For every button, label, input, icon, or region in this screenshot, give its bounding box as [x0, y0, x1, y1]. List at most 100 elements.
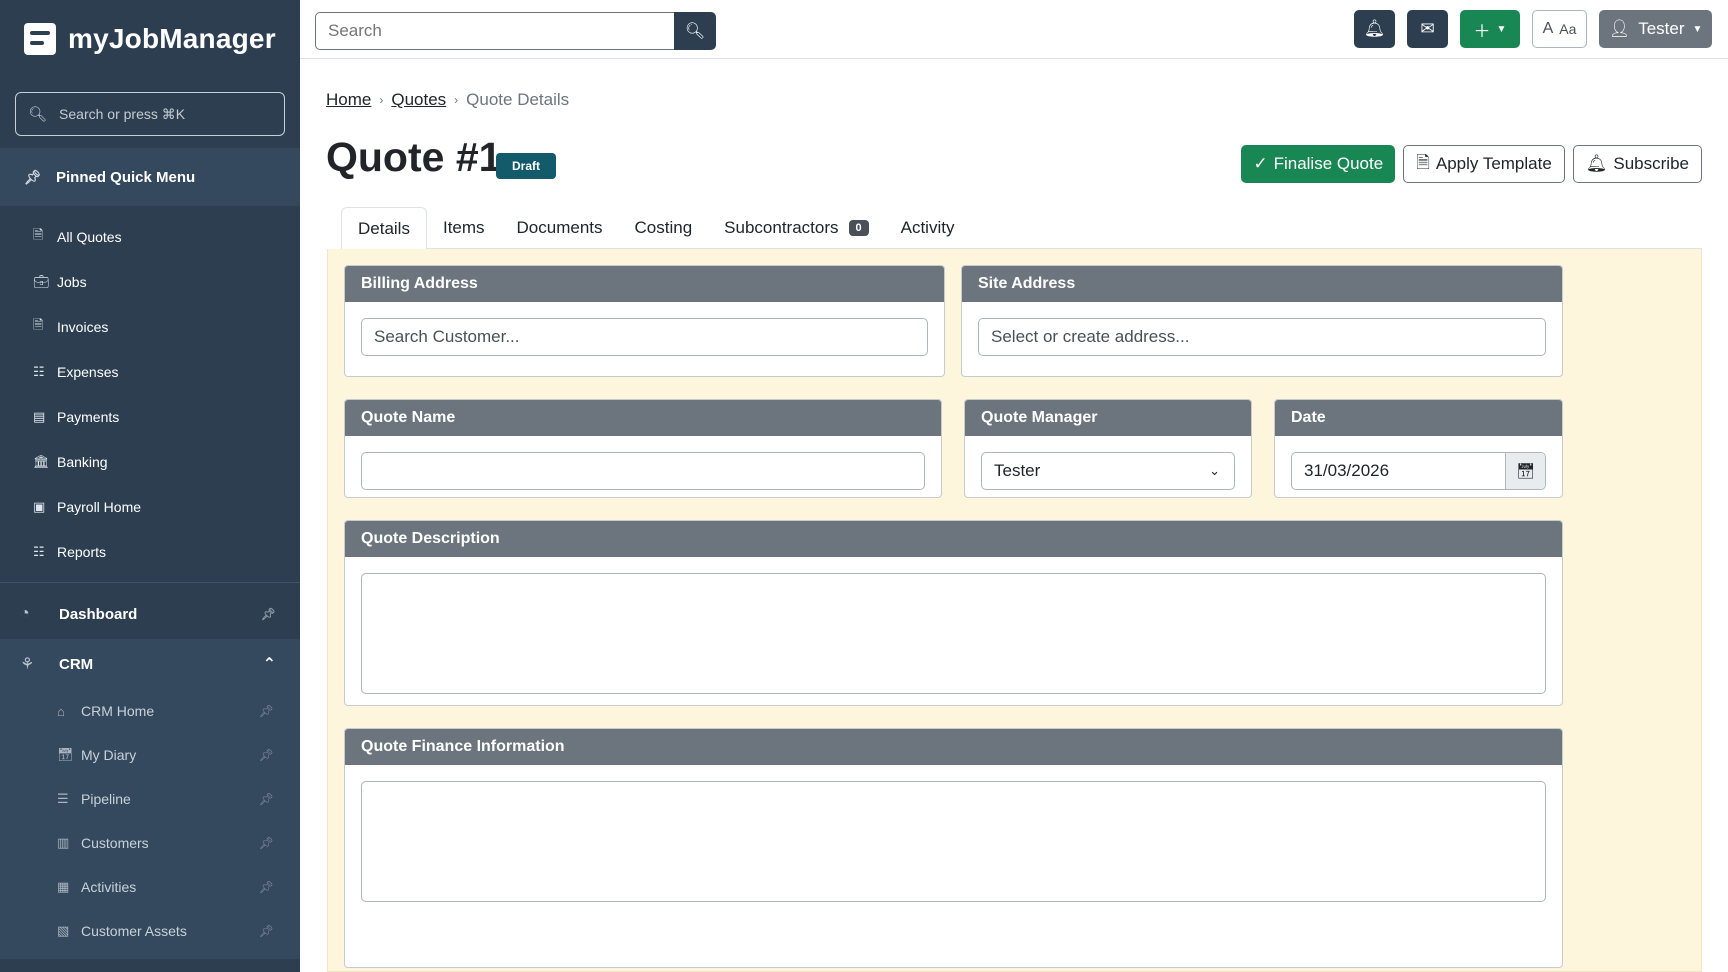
- tab-label: Documents: [516, 218, 603, 237]
- dashboard-icon: ◔: [20, 605, 30, 622]
- breadcrumb-home-link[interactable]: Home: [326, 90, 371, 110]
- quote-name-card: Quote Name: [344, 399, 942, 498]
- caret-down-icon: ▼: [1692, 23, 1703, 35]
- billing-customer-search[interactable]: Search Customer...: [361, 318, 928, 356]
- sidebar-item-label: All Quotes: [57, 228, 122, 245]
- quote-manager-value: Tester: [994, 461, 1041, 480]
- messages-button[interactable]: ✉︎: [1407, 10, 1448, 48]
- sidebar-item-jobs[interactable]: 💼︎ Jobs: [0, 259, 300, 304]
- tab-subcontractors[interactable]: Subcontractors 0: [708, 207, 884, 249]
- brand[interactable]: myJobManager: [0, 0, 300, 78]
- sidebar-item-crm-home[interactable]: ⌂ CRM Home 📌︎: [0, 689, 300, 733]
- sidebar-item-payroll-home[interactable]: ▣ Payroll Home: [0, 484, 300, 529]
- breadcrumb-quotes-link[interactable]: Quotes: [391, 90, 446, 110]
- bank-icon: 🏛︎: [33, 453, 50, 469]
- sidebar-item-expenses[interactable]: ☷ Expenses: [0, 349, 300, 394]
- pinned-quick-menu-label: Pinned Quick Menu: [56, 168, 196, 186]
- pin-icon[interactable]: 📌︎: [259, 748, 274, 762]
- top-search-input[interactable]: [315, 12, 674, 50]
- sidebar-item-label: Pipeline: [81, 791, 131, 807]
- receipt-icon: ☷: [33, 363, 45, 379]
- pin-icon[interactable]: 📌︎: [259, 924, 274, 938]
- sidebar-section-dashboard[interactable]: ◔ Dashboard 📌︎: [0, 589, 300, 639]
- finalise-quote-button[interactable]: ✓ Finalise Quote: [1241, 145, 1396, 183]
- top-search-button[interactable]: 🔍︎: [674, 12, 716, 50]
- user-icon: 👤︎: [1608, 19, 1631, 38]
- lines-icon: ☰: [57, 791, 69, 806]
- card-title: Date: [1275, 400, 1562, 436]
- sidebar-item-all-quotes[interactable]: 🗎 All Quotes: [0, 214, 300, 259]
- pinned-quick-menu-header[interactable]: 📌︎ Pinned Quick Menu: [0, 148, 300, 206]
- subscribe-button[interactable]: 🔔︎ Subscribe: [1572, 145, 1702, 183]
- tab-label: Subcontractors: [724, 218, 839, 237]
- tab-details[interactable]: Details: [341, 207, 427, 250]
- sidebar-search-input[interactable]: 🔍︎ Search or press ⌘K: [15, 92, 285, 136]
- quote-description-textarea[interactable]: [361, 573, 1546, 694]
- sidebar-item-activities[interactable]: ▦ Activities 📌︎: [0, 865, 300, 909]
- site-address-card: Site Address Select or create address...: [961, 265, 1563, 377]
- add-new-button[interactable]: ＋ ▼: [1460, 10, 1520, 48]
- pin-icon[interactable]: 📌︎: [259, 704, 274, 718]
- sidebar: myJobManager 🔍︎ Search or press ⌘K 📌︎ Pi…: [0, 0, 300, 972]
- card-title: Quote Manager: [965, 400, 1251, 436]
- page-title: Quote #1: [326, 134, 502, 180]
- billing-address-card: Billing Address Search Customer...: [344, 265, 945, 377]
- site-address-select[interactable]: Select or create address...: [978, 318, 1546, 356]
- font-icon: A: [1542, 20, 1554, 37]
- date-input[interactable]: 31/03/2026 📅︎: [1291, 452, 1546, 490]
- finalise-quote-label: Finalise Quote: [1273, 154, 1384, 173]
- file-icon: 🗎: [33, 226, 44, 242]
- calendar-icon[interactable]: 📅︎: [1505, 453, 1545, 489]
- pin-icon[interactable]: 📌︎: [261, 607, 276, 621]
- chart-icon: ☷: [33, 543, 45, 559]
- sidebar-item-customers[interactable]: ▥ Customers 📌︎: [0, 821, 300, 865]
- tab-costing[interactable]: Costing: [619, 207, 709, 249]
- page-actions: ✓ Finalise Quote 🗎 Apply Template 🔔︎ Subscr…: [1241, 145, 1702, 183]
- crm-sub-list: ⌂ CRM Home 📌︎ 📅︎ My Diary 📌︎ ☰ Pipeline 📌︎ ▥ Cu…: [0, 689, 300, 959]
- pin-icon[interactable]: 📌︎: [259, 836, 274, 850]
- sidebar-item-label: Payments: [57, 408, 120, 425]
- sidebar-item-banking[interactable]: 🏛︎ Banking: [0, 439, 300, 484]
- sidebar-item-label: Invoices: [57, 318, 109, 335]
- billing-placeholder: Search Customer...: [374, 327, 520, 346]
- count-badge: 0: [848, 220, 869, 236]
- chevron-right-icon: ›: [454, 93, 459, 107]
- sidebar-item-label: Customer Assets: [81, 923, 187, 939]
- sidebar-item-reports[interactable]: ☷ Reports: [0, 529, 300, 574]
- quote-name-input[interactable]: [361, 452, 925, 490]
- chevron-down-icon: ⌄: [1209, 463, 1220, 478]
- quote-finance-textarea[interactable]: [361, 781, 1546, 902]
- apply-template-button[interactable]: 🗎 Apply Template: [1403, 145, 1565, 183]
- card-title: Billing Address: [345, 266, 944, 302]
- building-icon: ▥: [57, 835, 70, 850]
- sidebar-item-invoices[interactable]: 🗎 Invoices: [0, 304, 300, 349]
- pin-icon[interactable]: 📌︎: [259, 880, 274, 894]
- sidebar-item-label: CRM Home: [81, 703, 155, 719]
- font-size-button[interactable]: A Aa: [1532, 10, 1587, 48]
- quote-manager-select[interactable]: Tester ⌄: [981, 452, 1235, 490]
- tab-documents[interactable]: Documents: [501, 207, 619, 249]
- date-value: 31/03/2026: [1304, 461, 1390, 480]
- sidebar-item-payments[interactable]: ▤ Payments: [0, 394, 300, 439]
- sidebar-item-customer-assets[interactable]: ▧ Customer Assets 📌︎: [0, 909, 300, 953]
- tab-label: Costing: [634, 218, 693, 237]
- notifications-button[interactable]: 🔔︎: [1354, 10, 1395, 48]
- envelope-icon: ✉︎: [1420, 19, 1435, 38]
- breadcrumb: Home › Quotes › Quote Details: [326, 90, 569, 110]
- sidebar-item-label: Banking: [57, 453, 108, 470]
- card-title: Quote Name: [345, 400, 941, 436]
- quote-manager-card: Quote Manager Tester ⌄: [964, 399, 1252, 498]
- sidebar-item-pipeline[interactable]: ☰ Pipeline 📌︎: [0, 777, 300, 821]
- sidebar-item-label: Jobs: [57, 273, 87, 290]
- calendar-grid-icon: ▦: [57, 879, 70, 894]
- pin-icon[interactable]: 📌︎: [259, 792, 274, 806]
- tab-items[interactable]: Items: [427, 207, 501, 249]
- sidebar-item-my-diary[interactable]: 📅︎ My Diary 📌︎: [0, 733, 300, 777]
- sidebar-section-crm[interactable]: ⚘ CRM ⌃: [0, 639, 300, 689]
- tab-activity[interactable]: Activity: [885, 207, 971, 249]
- user-menu-button[interactable]: 👤︎ Tester ▼: [1599, 10, 1712, 48]
- topbar: 🔍︎ 🔔︎ ✉︎ ＋▼ AAa 👤︎Tester▼: [300, 0, 1728, 59]
- sidebar-item-label: Payroll Home: [57, 498, 142, 515]
- chevron-up-icon[interactable]: ⌃: [263, 654, 276, 674]
- tab-label: Activity: [900, 218, 955, 237]
